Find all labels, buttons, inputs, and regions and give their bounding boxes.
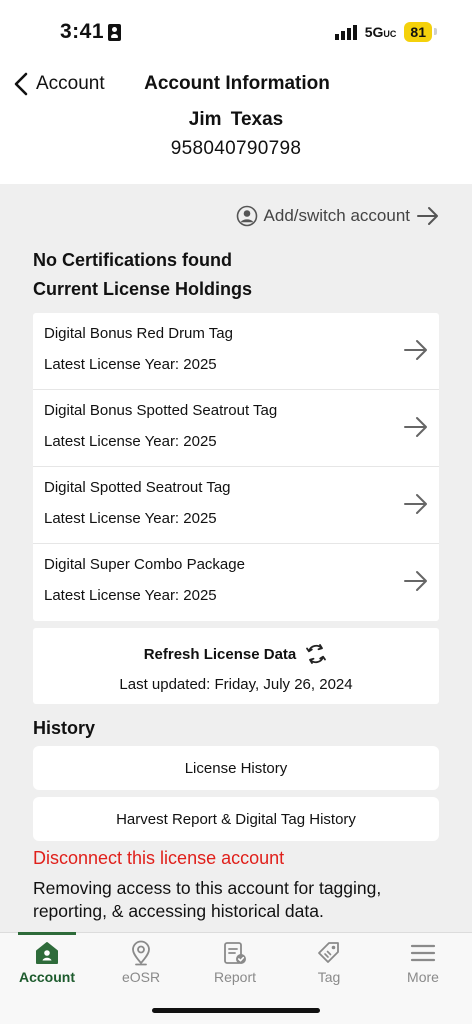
arrow-right-icon: [404, 340, 427, 360]
license-name: Digital Bonus Red Drum Tag: [44, 325, 233, 342]
user-name: Jim Texas: [188, 109, 284, 130]
battery-level: 81: [410, 24, 426, 40]
license-item[interactable]: Digital Spotted Seatrout Tag Latest Lice…: [33, 467, 439, 544]
account-header: Account Account Information Jim Texas 95…: [0, 64, 472, 184]
menu-icon: [410, 944, 436, 962]
tab-label: eOSR: [121, 969, 161, 985]
tab-label: Report: [213, 969, 257, 985]
tag-icon: [318, 942, 339, 963]
license-name: Digital Super Combo Package: [44, 556, 245, 573]
refresh-icon: [306, 644, 327, 664]
refresh-license-button[interactable]: Refresh License Data: [33, 642, 439, 666]
tab-label: Tag: [317, 969, 341, 985]
refresh-label: Refresh License Data: [143, 645, 297, 663]
status-indicators: 5GUC 81: [334, 22, 437, 42]
license-year: Latest License Year: 2025: [44, 510, 217, 527]
disconnect-description: Removing access to this account for tagg…: [33, 878, 382, 921]
tab-more[interactable]: More: [376, 933, 470, 989]
history-heading: History: [33, 718, 96, 738]
location-pin-icon: [132, 940, 150, 966]
page-title: Account Information: [144, 73, 330, 94]
tab-label: Account: [19, 969, 75, 985]
status-time: 3:41: [60, 20, 122, 44]
no-certifications-text: No Certifications found: [33, 250, 232, 270]
status-bar: 3:41 5GUC 81: [0, 0, 472, 64]
active-tab-indicator: [18, 932, 76, 935]
tab-report[interactable]: Report: [188, 933, 282, 989]
disconnect-account-link[interactable]: Disconnect this license account: [33, 848, 284, 869]
refresh-card: Refresh License Data Last updated: Frida…: [33, 628, 439, 704]
tab-label: More: [407, 969, 439, 985]
harvest-history-button[interactable]: Harvest Report & Digital Tag History: [33, 797, 439, 841]
last-updated-text: Last updated: Friday, July 26, 2024: [119, 676, 353, 693]
signal-icon: [334, 24, 357, 40]
home-icon: [36, 942, 58, 964]
license-item[interactable]: Digital Super Combo Package Latest Licen…: [33, 544, 439, 621]
arrow-right-icon: [417, 207, 438, 225]
tab-tag[interactable]: Tag: [282, 933, 376, 989]
network-label: 5G: [364, 24, 384, 40]
add-switch-account-button[interactable]: Add/switch account: [236, 205, 440, 227]
license-item[interactable]: Digital Bonus Spotted Seatrout Tag Lates…: [33, 390, 439, 467]
network-type: 5GUC: [365, 24, 397, 40]
license-item[interactable]: Digital Bonus Red Drum Tag Latest Licens…: [33, 313, 439, 390]
arrow-right-icon: [404, 571, 427, 591]
license-name: Digital Spotted Seatrout Tag: [44, 479, 231, 496]
license-year: Latest License Year: 2025: [44, 433, 217, 450]
user-circle-icon: [236, 205, 257, 227]
home-indicator: [152, 1008, 320, 1013]
network-sup-label: UC: [383, 29, 397, 39]
license-year: Latest License Year: 2025: [44, 587, 217, 604]
license-list: Digital Bonus Red Drum Tag Latest Licens…: [33, 313, 439, 621]
id-card-icon: [108, 23, 122, 41]
add-switch-label: Add/switch account: [263, 206, 410, 225]
battery-icon: 81: [404, 22, 437, 42]
license-year: Latest License Year: 2025: [44, 356, 217, 373]
license-history-button[interactable]: License History: [33, 746, 439, 790]
arrow-right-icon: [404, 417, 427, 437]
license-holdings-heading: Current License Holdings: [33, 279, 253, 299]
arrow-right-icon: [404, 494, 427, 514]
report-icon: [224, 942, 246, 964]
tab-eosr[interactable]: eOSR: [94, 933, 188, 989]
clock-text: 3:41: [60, 20, 105, 43]
user-number: 958040790798: [170, 138, 302, 159]
license-name: Digital Bonus Spotted Seatrout Tag: [44, 402, 278, 419]
tab-account[interactable]: Account: [0, 932, 94, 989]
